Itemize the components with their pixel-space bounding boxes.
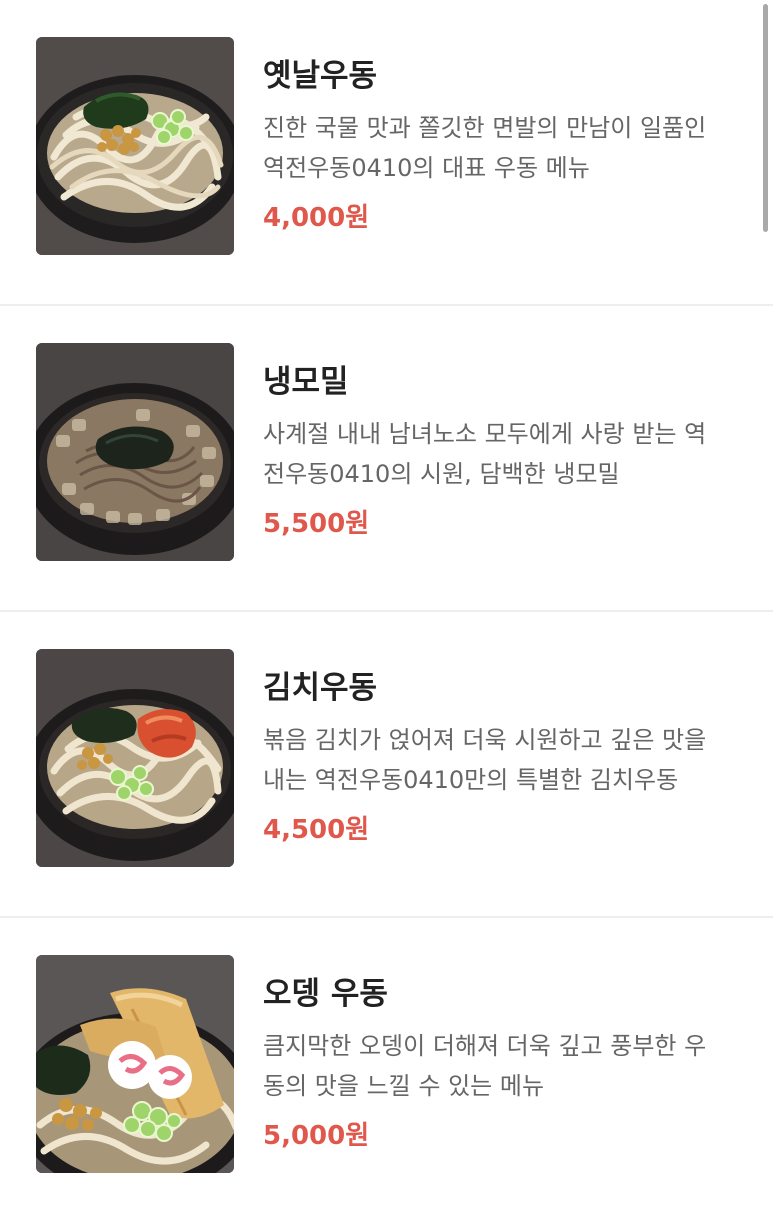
menu-item-price: 4,000원 [263, 203, 370, 233]
menu-item-description: 사계절 내내 남녀노소 모두에게 사랑 받는 역 전우동0410의 시원, 담백… [263, 414, 733, 494]
menu-item-description: 볶음 김치가 얹어져 더욱 시원하고 깊은 맛을 내는 역전우동0410만의 특… [263, 720, 733, 800]
menu-item-description-line: 사계절 내내 남녀노소 모두에게 사랑 받는 역 [263, 420, 707, 448]
menu-item-description-line: 볶음 김치가 얹어져 더욱 시원하고 깊은 맛을 [263, 726, 707, 754]
menu-item-price: 5,000원 [263, 1121, 370, 1151]
menu-item-title: 오뎅 우동 [263, 976, 388, 1012]
odeng-udon-bowl-icon[interactable] [36, 955, 234, 1173]
menu-item-title: 냉모밀 [263, 364, 349, 400]
menu-item-info: 옛날우동 진한 국물 맛과 쫄깃한 면발의 만남이 일품인 역전우동0410의 … [263, 56, 733, 238]
menu-item-description: 진한 국물 맛과 쫄깃한 면발의 만남이 일품인 역전우동0410의 대표 우동… [263, 108, 733, 188]
menu-item-description: 큼지막한 오뎅이 더해져 더욱 깊고 풍부한 우 동의 맛을 느낄 수 있는 메… [263, 1026, 733, 1106]
cold-soba-bowl-icon[interactable] [36, 343, 234, 561]
kimchi-udon-bowl-icon[interactable] [36, 649, 234, 867]
udon-bowl-icon[interactable] [36, 37, 234, 255]
menu-item-description-line: 진한 국물 맛과 쫄깃한 면발의 만남이 일품인 [263, 114, 707, 142]
menu-item-info: 오뎅 우동 큼지막한 오뎅이 더해져 더욱 깊고 풍부한 우 동의 맛을 느낄 … [263, 974, 733, 1156]
menu-item-description-line: 동의 맛을 느낄 수 있는 메뉴 [263, 1072, 545, 1100]
menu-item-old-style-udon[interactable]: 옛날우동 진한 국물 맛과 쫄깃한 면발의 만남이 일품인 역전우동0410의 … [0, 0, 773, 306]
menu-item-price: 4,500원 [263, 815, 370, 845]
menu-item-kimchi-udon[interactable]: 김치우동 볶음 김치가 얹어져 더욱 시원하고 깊은 맛을 내는 역전우동041… [0, 612, 773, 918]
menu-item-description-line: 내는 역전우동0410만의 특별한 김치우동 [263, 766, 679, 794]
menu-list: 옛날우동 진한 국물 맛과 쫄깃한 면발의 만남이 일품인 역전우동0410의 … [0, 0, 773, 1224]
menu-item-description-line: 역전우동0410의 대표 우동 메뉴 [263, 154, 590, 182]
menu-item-cold-soba[interactable]: 냉모밀 사계절 내내 남녀노소 모두에게 사랑 받는 역 전우동0410의 시원… [0, 306, 773, 612]
menu-item-title: 옛날우동 [263, 58, 378, 94]
menu-item-odeng-udon[interactable]: 오뎅 우동 큼지막한 오뎅이 더해져 더욱 깊고 풍부한 우 동의 맛을 느낄 … [0, 918, 773, 1224]
menu-item-description-line: 전우동0410의 시원, 담백한 냉모밀 [263, 460, 620, 488]
menu-item-info: 냉모밀 사계절 내내 남녀노소 모두에게 사랑 받는 역 전우동0410의 시원… [263, 362, 733, 544]
menu-item-price: 5,500원 [263, 509, 370, 539]
scrollbar[interactable] [763, 4, 768, 232]
menu-item-description-line: 큼지막한 오뎅이 더해져 더욱 깊고 풍부한 우 [263, 1032, 707, 1060]
menu-item-info: 김치우동 볶음 김치가 얹어져 더욱 시원하고 깊은 맛을 내는 역전우동041… [263, 668, 733, 850]
menu-item-title: 김치우동 [263, 670, 378, 706]
